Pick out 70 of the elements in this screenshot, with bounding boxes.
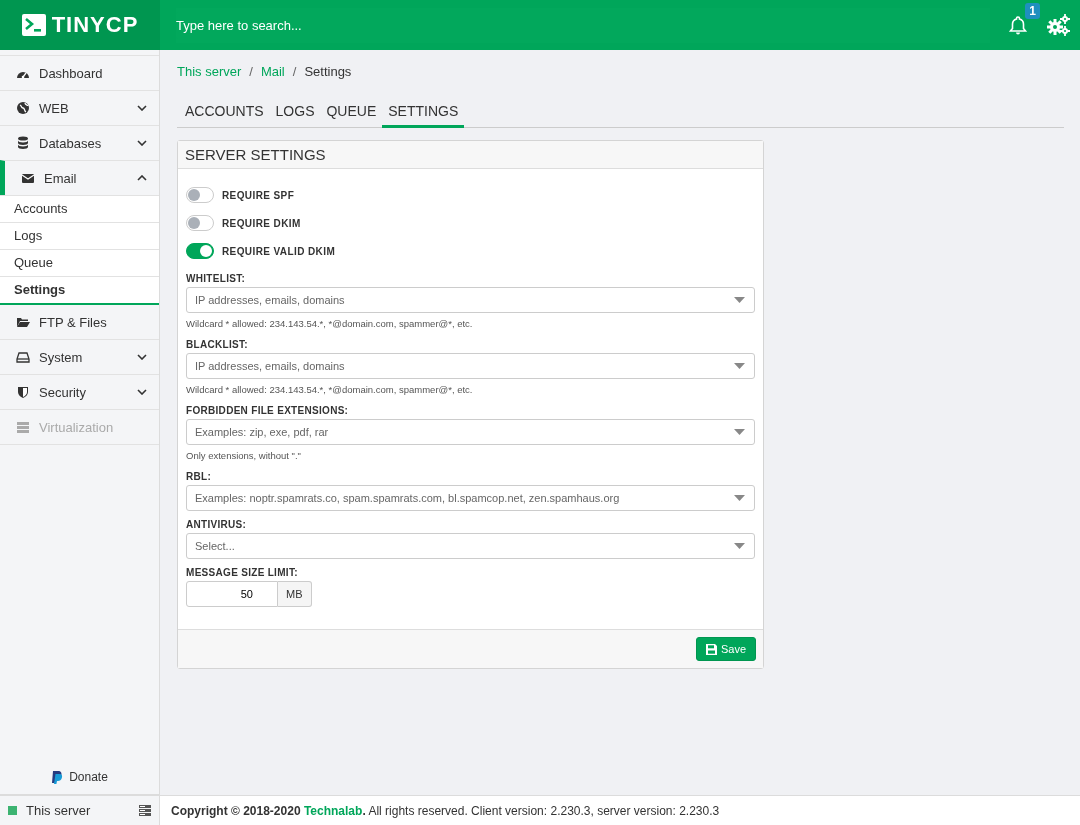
sidebar-item[interactable]: Security [0, 374, 159, 409]
help-text: Only extensions, without "." [186, 450, 302, 461]
logo: TINYCP [21, 12, 139, 38]
help-text: Wildcard * allowed: 234.143.54.*, *@domain.com, spammer@*, etc. [186, 318, 474, 329]
caret-down-icon [734, 363, 745, 369]
globe-icon [16, 101, 30, 115]
toggle-switch[interactable] [186, 187, 214, 203]
terminal-icon [21, 14, 46, 36]
field-label: ANTIVIRUS: [186, 519, 248, 530]
tab[interactable]: SETTINGS [382, 103, 465, 128]
notification-count: 1 [1025, 3, 1040, 19]
chevron-up-icon [137, 175, 147, 181]
chevron-down-icon [137, 389, 147, 395]
sidebar-subitem[interactable]: Settings [0, 276, 159, 303]
status-square [8, 806, 17, 815]
chevron-down-icon [137, 354, 147, 360]
unit-label: MB [278, 581, 312, 607]
sidebar-item[interactable]: System [0, 339, 159, 374]
tab[interactable]: QUEUE [320, 103, 383, 128]
caret-down-icon [734, 495, 745, 501]
panel-title: SERVER SETTINGS [185, 146, 326, 163]
server-name: This server [26, 803, 92, 818]
select-field[interactable]: Select... [186, 533, 755, 559]
bell-icon [1008, 15, 1028, 35]
sidebar-subitem[interactable]: Accounts [0, 195, 159, 222]
sidebar-subitem[interactable]: Logs [0, 222, 159, 249]
settings-icon [1046, 14, 1070, 36]
sidebar-item[interactable]: WEB [0, 90, 159, 125]
field-label: FORBIDDEN FILE EXTENSIONS: [186, 405, 350, 416]
tab[interactable]: LOGS [269, 103, 321, 128]
help-text: Wildcard * allowed: 234.143.54.*, *@domain.com, spammer@*, etc. [186, 384, 474, 395]
chevron-down-icon [137, 140, 147, 146]
folder-icon [16, 315, 30, 329]
sidebar-item[interactable]: FTP & Files [0, 305, 159, 339]
donate-link[interactable]: Donate [51, 770, 108, 784]
select-field[interactable]: Examples: noptr.spamrats.co, spam.spamrats.com, bl.spamcop.net, zen.spamhaus.org [186, 485, 755, 511]
database-icon [16, 136, 30, 150]
select-field[interactable]: IP addresses, emails, domains [186, 353, 755, 379]
field-label: BLACKLIST: [186, 339, 249, 350]
sidebar-item[interactable]: Dashboard [0, 55, 159, 90]
toggle-label: REQUIRE SPF [222, 189, 295, 201]
caret-down-icon [734, 297, 745, 303]
breadcrumb-separator: / [249, 64, 253, 79]
tab[interactable]: ACCOUNTS [179, 103, 270, 128]
settings-button[interactable] [1046, 14, 1070, 36]
breadcrumb-current: Settings [304, 64, 352, 79]
sidebar-item[interactable]: Databases [0, 125, 159, 160]
toggle-switch[interactable] [186, 215, 214, 231]
sidebar-subitem[interactable]: Queue [0, 249, 159, 276]
toggle-switch[interactable] [186, 243, 214, 259]
caret-down-icon [734, 429, 745, 435]
select-field[interactable]: Examples: zip, exe, pdf, rar [186, 419, 755, 445]
envelope-icon [21, 171, 35, 185]
server-icon [16, 420, 30, 434]
shield-icon [16, 385, 30, 399]
server-list-icon[interactable] [139, 805, 151, 816]
toggle-label: REQUIRE DKIM [222, 217, 301, 229]
copyright-text: Copyright © 2018-2020 Technalab. All rights reserved. Client version: 2.230.3, server version: 2.230.3 [171, 803, 720, 818]
select-field[interactable]: IP addresses, emails, domains [186, 287, 755, 313]
breadcrumb-separator: / [292, 64, 297, 79]
size-input[interactable]: 50 [186, 581, 278, 607]
field-label: RBL: [186, 471, 213, 482]
toggle-label: REQUIRE VALID DKIM [222, 245, 336, 257]
caret-down-icon [734, 543, 745, 549]
paypal-icon [51, 770, 64, 784]
notification-button[interactable] [1008, 15, 1028, 35]
drive-icon [16, 350, 30, 364]
field-label: WHITELIST: [186, 273, 247, 284]
field-label: MESSAGE SIZE LIMIT: [186, 567, 299, 578]
chevron-down-icon [137, 105, 147, 111]
